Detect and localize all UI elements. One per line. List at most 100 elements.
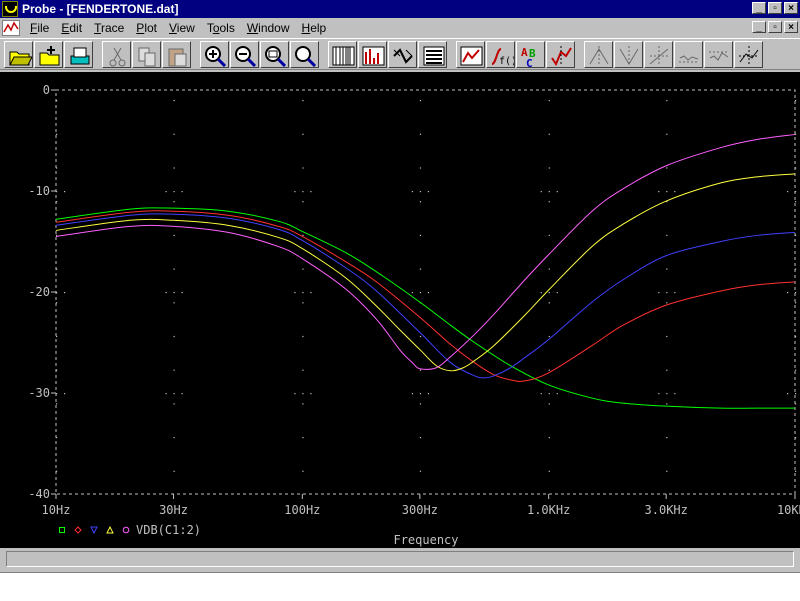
add-trace-button[interactable] — [456, 40, 485, 68]
grid-dot — [173, 369, 175, 371]
cursor-peak-icon — [589, 45, 609, 66]
grid-dot — [666, 133, 668, 135]
series-line-3 — [55, 213, 796, 379]
close-button[interactable]: × — [784, 2, 798, 14]
cursor-point-button[interactable] — [734, 40, 763, 68]
add-trace-icon — [460, 46, 483, 65]
grid-dot — [795, 191, 797, 193]
y-tick-label: -30 — [28, 386, 50, 400]
menu-file[interactable]: File — [24, 21, 55, 35]
grid-dot — [173, 167, 175, 169]
grid-dot — [302, 268, 304, 270]
menu-help[interactable]: Help — [296, 21, 333, 35]
print-button[interactable] — [64, 40, 93, 68]
cursor-trough-button[interactable] — [614, 40, 643, 68]
x-tick-label: 100Hz — [284, 503, 320, 517]
grid-dot — [173, 292, 175, 294]
grid-dot — [56, 292, 58, 294]
grid-dot — [302, 335, 304, 338]
legend-marker-diamond — [74, 526, 82, 534]
mark-label-button[interactable]: ABC — [516, 40, 545, 68]
eval-function-button[interactable]: f() — [486, 40, 515, 68]
paste-icon — [168, 48, 187, 66]
eval-goal-button[interactable] — [418, 40, 447, 68]
cursor-min-button[interactable] — [674, 40, 703, 68]
document-icon[interactable] — [2, 20, 20, 36]
performance-button[interactable] — [388, 40, 417, 68]
doc-minimize-button[interactable]: _ — [752, 21, 766, 33]
grid-dot — [419, 292, 422, 294]
grid-dot — [795, 369, 797, 371]
legend-marker-circle — [122, 526, 130, 534]
grid-dot — [302, 234, 304, 236]
menu-view[interactable]: View — [163, 21, 201, 35]
minimize-button[interactable]: _ — [752, 2, 766, 14]
doc-close-button[interactable]: × — [784, 21, 798, 33]
grid-dot — [666, 403, 668, 405]
copy-icon — [138, 47, 156, 66]
grid-dot — [165, 393, 167, 395]
zoom-in-button[interactable] — [200, 40, 229, 68]
grid-dot — [302, 100, 304, 102]
copy-button[interactable] — [132, 40, 161, 68]
grid-dot — [411, 191, 414, 193]
grid-dot — [666, 234, 668, 236]
grid-dot — [419, 335, 422, 338]
menu-edit[interactable]: Edit — [55, 21, 88, 35]
grid-dot — [294, 393, 296, 395]
grid-dot — [64, 292, 66, 294]
cursor-slope-button[interactable] — [644, 40, 673, 68]
grid-dot — [56, 201, 58, 203]
zoom-out-button[interactable] — [230, 40, 259, 68]
grid-dot — [666, 302, 668, 304]
restore-button[interactable]: ▫ — [768, 2, 782, 14]
menu-tools[interactable]: Tools — [201, 21, 241, 35]
grid-dot — [548, 335, 550, 338]
cut-icon — [109, 47, 126, 66]
y-tick-label: 0 — [43, 83, 50, 97]
menu-trace[interactable]: Trace — [88, 21, 130, 35]
toggle-cursor-button[interactable] — [546, 40, 575, 68]
paste-button[interactable] — [162, 40, 191, 68]
grid-dot — [548, 133, 550, 135]
grid-dot — [419, 393, 422, 395]
cut-button[interactable] — [102, 40, 131, 68]
grid-dot — [419, 201, 422, 203]
grid-dot — [548, 201, 550, 203]
grid-dot — [181, 393, 183, 395]
probe-app-icon[interactable] — [2, 1, 18, 17]
probe-plot[interactable]: 10Hz 30Hz 100Hz 300Hz 1.0KHz 3.0KHz 10KHz 0 -10 -… — [0, 72, 800, 548]
grid-dot — [795, 100, 797, 102]
grid-dot — [56, 335, 58, 338]
toolbar: f() ABC — [0, 38, 800, 70]
fourier-button[interactable] — [358, 40, 387, 68]
grid-dot — [56, 268, 58, 270]
grid-dot — [173, 403, 175, 405]
x-tick-label: 10Hz — [42, 503, 71, 517]
zoom-fit-button[interactable] — [290, 40, 319, 68]
menu-window[interactable]: Window — [241, 21, 296, 35]
grid-dot — [795, 302, 797, 304]
cursor-max-button[interactable] — [704, 40, 733, 68]
append-button[interactable] — [34, 40, 63, 68]
cursor-slope-icon — [649, 45, 669, 66]
legend-marker-triangle-down — [90, 526, 98, 535]
log-x-button[interactable] — [328, 40, 357, 68]
grid-dot — [787, 292, 789, 294]
grid-dot — [173, 393, 175, 395]
legend-marker-triangle-up — [106, 525, 114, 534]
open-button[interactable] — [4, 40, 33, 68]
grid-dot — [658, 292, 660, 294]
zoom-fit-icon — [295, 45, 317, 67]
grid-dot — [419, 100, 422, 102]
grid-dot — [795, 470, 797, 472]
menu-plot[interactable]: Plot — [130, 21, 163, 35]
status-bar — [0, 548, 800, 572]
grid-dot — [181, 292, 183, 294]
cursor-peak-button[interactable] — [584, 40, 613, 68]
zoom-area-button[interactable] — [260, 40, 289, 68]
doc-restore-button[interactable]: ▫ — [768, 21, 782, 33]
plot-window[interactable]: 10Hz 30Hz 100Hz 300Hz 1.0KHz 3.0KHz 10KHz 0 -10 -… — [0, 72, 800, 548]
grid-dot — [173, 191, 175, 193]
grid-dot — [419, 191, 422, 193]
